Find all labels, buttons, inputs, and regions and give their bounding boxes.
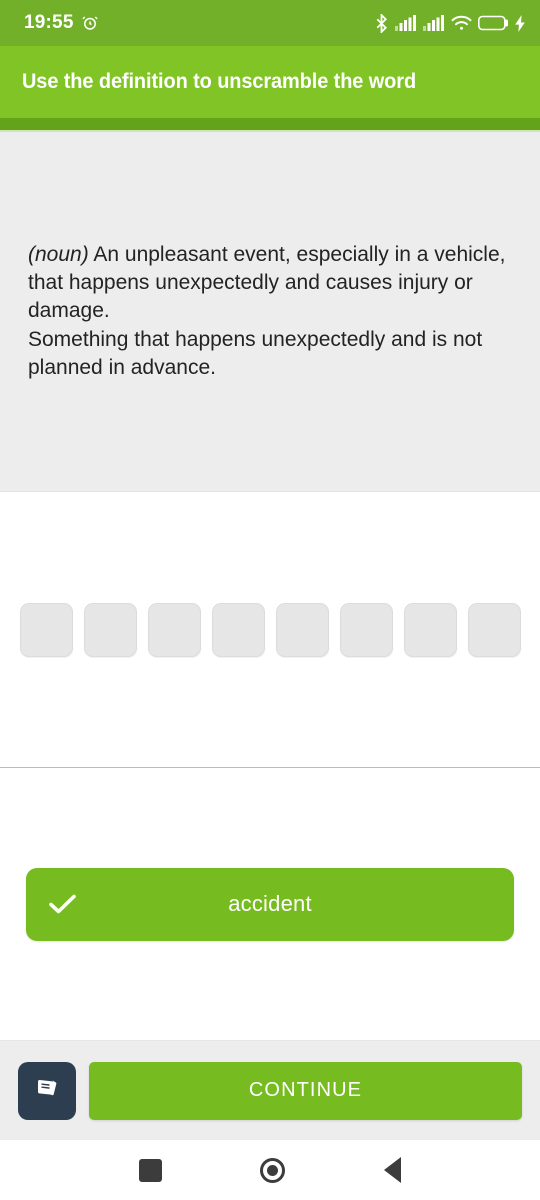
lesson-progress-bar	[0, 118, 540, 130]
continue-button[interactable]: CONTINUE	[89, 1061, 522, 1120]
lesson-progress-fill	[0, 118, 540, 130]
status-icons: 91	[374, 13, 526, 33]
letter-tile[interactable]	[339, 602, 393, 657]
page-header: Use the definition to unscramble the wor…	[0, 46, 540, 118]
dictionary-button[interactable]	[18, 1061, 76, 1120]
status-time: 19:55	[24, 12, 74, 33]
letter-tile[interactable]	[467, 602, 521, 657]
letter-tile[interactable]	[211, 602, 265, 657]
square-recents-icon[interactable]	[139, 1158, 163, 1182]
letter-tile[interactable]	[147, 602, 201, 657]
bottom-action-bar: CONTINUE	[0, 1040, 540, 1140]
bluetooth-icon	[374, 13, 389, 33]
definition-line-1: An unpleasant event, especially in a veh…	[28, 243, 506, 323]
answer-word: accident	[228, 891, 312, 916]
letter-tile-row	[8, 602, 533, 657]
definition-line-2: Something that happens unexpectedly and …	[28, 327, 483, 379]
triangle-back-icon[interactable]	[383, 1157, 401, 1183]
charging-bolt-icon	[515, 14, 526, 32]
letter-tiles-area	[0, 492, 540, 767]
letter-tile[interactable]	[19, 602, 73, 657]
letter-tile[interactable]	[403, 602, 457, 657]
app-screen: 19:55 91 Use the definition to unscrambl…	[0, 0, 540, 1200]
battery-level: 91	[484, 17, 498, 29]
android-nav-bar	[0, 1140, 540, 1200]
circle-home-icon[interactable]	[260, 1157, 286, 1183]
definition-text: (noun) An unpleasant event, especially i…	[28, 241, 512, 382]
status-bar: 19:55 91	[0, 0, 540, 46]
correct-answer-button[interactable]: accident	[26, 867, 514, 941]
definition-panel: (noun) An unpleasant event, especially i…	[0, 132, 540, 492]
letter-tile[interactable]	[83, 602, 137, 657]
alarm-clock-icon	[81, 14, 99, 32]
signal-bars-icon-2	[423, 15, 445, 31]
answer-area: accident	[0, 768, 540, 1040]
book-icon	[33, 1074, 61, 1107]
battery-icon: 91	[478, 15, 509, 31]
part-of-speech: (noun)	[28, 243, 89, 267]
check-icon	[49, 893, 76, 915]
page-title: Use the definition to unscramble the wor…	[22, 70, 417, 93]
letter-tile[interactable]	[275, 602, 329, 657]
wifi-icon	[451, 15, 472, 31]
signal-bars-icon-1	[395, 15, 417, 31]
